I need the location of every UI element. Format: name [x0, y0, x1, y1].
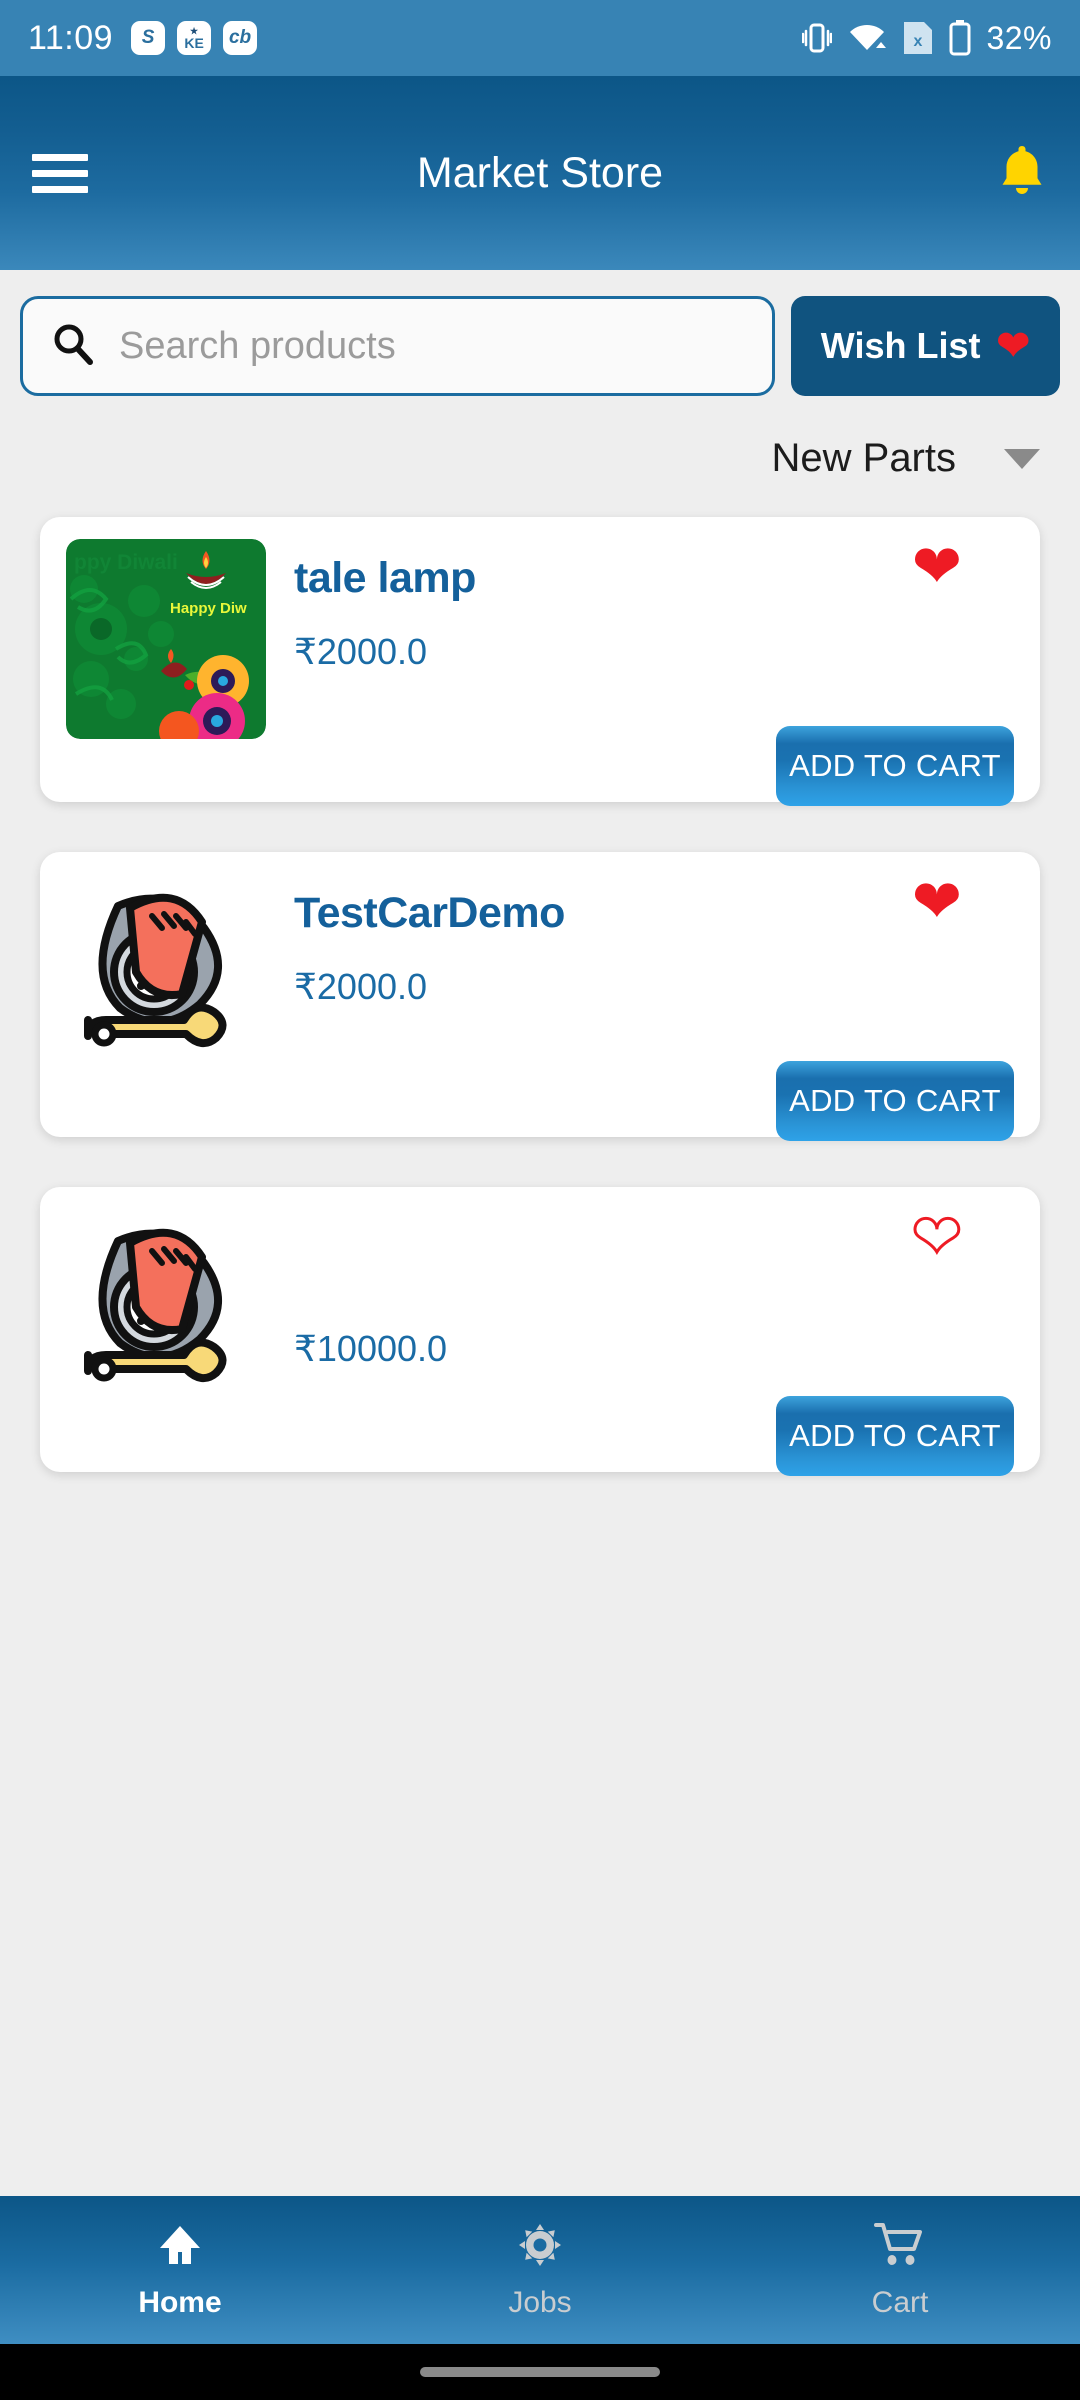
wish-list-button[interactable]: Wish List ❤ [790, 296, 1060, 396]
vibrate-icon [802, 19, 833, 57]
search-input[interactable]: Search products [20, 296, 775, 396]
nav-label-jobs: Jobs [508, 2285, 572, 2319]
product-price: ₹2000.0 [294, 966, 428, 1007]
heart-filled-icon: ❤ [996, 324, 1030, 368]
notification-icons: S ★ KE cb [131, 21, 258, 55]
battery-icon [948, 19, 972, 57]
home-icon [156, 2221, 204, 2274]
page-title: Market Store [416, 148, 664, 197]
product-image-diwali: ppy Diwali Happy Diw [66, 539, 266, 739]
app-bar: Market Store [0, 76, 1080, 270]
nav-label-cart: Cart [871, 2285, 929, 2319]
bottom-navigation: Home Jobs Cart [0, 2196, 1080, 2344]
ke-app-icon: ★ KE [177, 21, 212, 55]
battery-percent: 32% [986, 19, 1052, 56]
add-to-cart-button[interactable]: ADD TO CART [776, 1396, 1014, 1476]
sort-label: New Parts [771, 436, 957, 480]
nav-label-home: Home [138, 2285, 222, 2319]
product-list: ppy Diwali Happy Diw tale lamp ₹2000.0 ❤… [20, 481, 1060, 1476]
product-image-tire [66, 874, 266, 1074]
favorite-heart-icon[interactable]: ❤ [912, 872, 962, 932]
favorite-heart-icon[interactable]: ❤ [910, 1205, 963, 1268]
product-card[interactable]: TestCarDemo ₹2000.0 ❤ ADD TO CART [40, 852, 1040, 1141]
product-card[interactable]: ₹10000.0 ❤ ADD TO CART [40, 1187, 1040, 1476]
status-bar: 11:09 S ★ KE cb x 32% [0, 0, 1080, 76]
wish-list-label: Wish List [820, 325, 981, 366]
cb-app-icon: cb [223, 21, 258, 55]
nav-item-cart[interactable]: Cart [720, 2196, 1080, 2344]
product-card[interactable]: ppy Diwali Happy Diw tale lamp ₹2000.0 ❤… [40, 517, 1040, 806]
wifi-icon [846, 20, 888, 56]
skype-icon: S [131, 21, 166, 55]
shopping-cart-icon [874, 2221, 926, 2274]
svg-text:x: x [914, 33, 923, 50]
chevron-down-icon [1004, 448, 1040, 469]
sim-card-x-icon: x [902, 20, 934, 56]
nav-item-jobs[interactable]: Jobs [360, 2196, 720, 2344]
status-bar-clock: 11:09 [28, 18, 114, 57]
search-icon [49, 320, 97, 373]
gesture-pill[interactable] [420, 2367, 660, 2377]
add-to-cart-button[interactable]: ADD TO CART [776, 1061, 1014, 1141]
search-placeholder: Search products [119, 324, 396, 367]
product-image-tire [66, 1209, 266, 1409]
sort-dropdown[interactable]: New Parts [20, 396, 1060, 481]
status-bar-left: 11:09 S ★ KE cb [28, 18, 258, 58]
main-content: Search products Wish List ❤ New Parts pp… [0, 270, 1080, 1476]
gesture-bar [0, 2344, 1080, 2400]
add-to-cart-button[interactable]: ADD TO CART [776, 726, 1014, 806]
product-price: ₹2000.0 [294, 631, 428, 672]
svg-text:Happy Diw: Happy Diw [170, 600, 247, 617]
favorite-heart-icon[interactable]: ❤ [912, 537, 962, 597]
status-bar-right: x 32% [802, 19, 1052, 57]
nav-item-home[interactable]: Home [0, 2196, 360, 2344]
hamburger-menu-icon[interactable] [32, 153, 88, 193]
product-price: ₹10000.0 [294, 1328, 448, 1369]
search-row: Search products Wish List ❤ [20, 270, 1060, 396]
gear-icon [516, 2221, 564, 2274]
svg-text:ppy Diwali: ppy Diwali [74, 551, 178, 574]
bell-icon[interactable] [996, 142, 1048, 205]
